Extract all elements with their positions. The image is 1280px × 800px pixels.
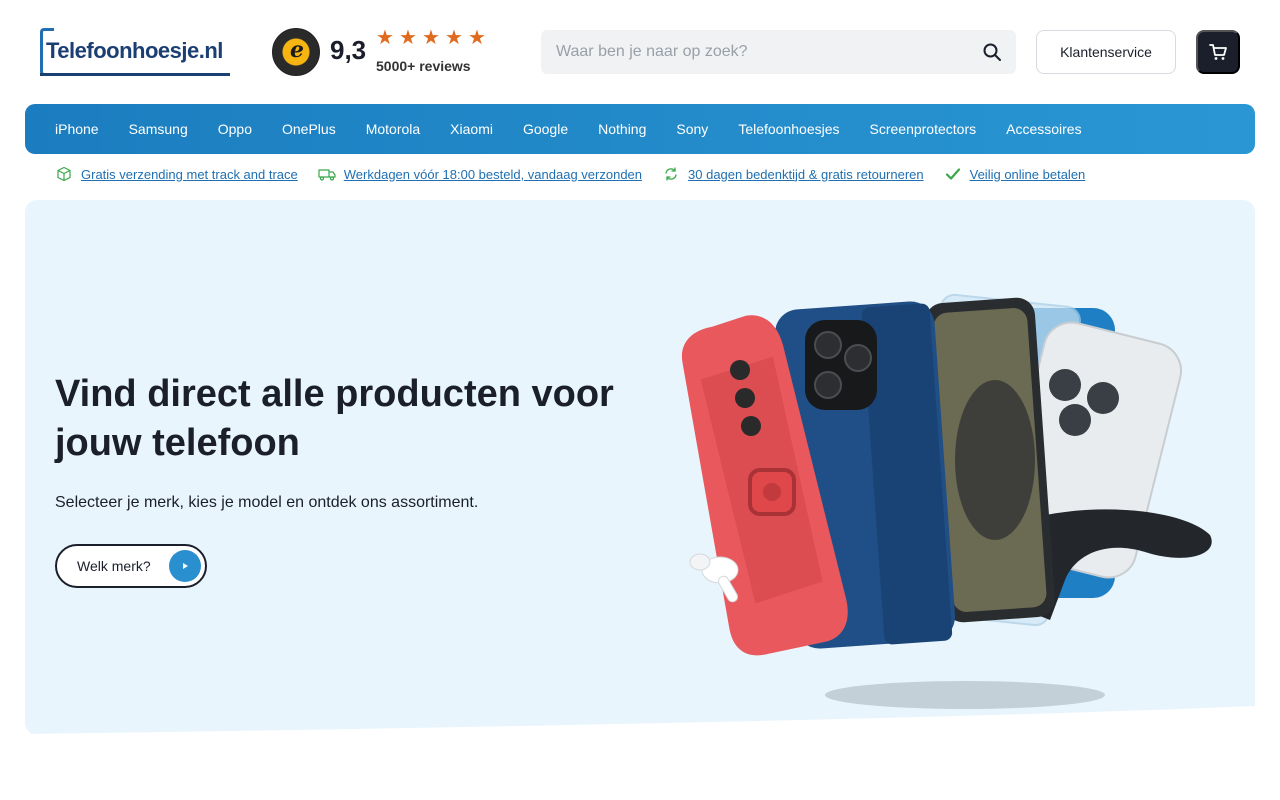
nav-item-screenprotectors[interactable]: Screenprotectors <box>870 121 977 137</box>
check-icon <box>944 166 962 182</box>
play-arrow-icon <box>169 550 201 582</box>
main-nav: iPhone Samsung Oppo OnePlus Motorola Xia… <box>25 104 1255 154</box>
star-icon: ★ <box>422 27 440 49</box>
star-icon: ★ <box>445 27 463 49</box>
search-icon[interactable] <box>982 42 1002 62</box>
phone-accessories-image <box>681 293 1212 709</box>
hero-title: Vind direct alle producten voor jouw tel… <box>55 373 614 464</box>
trust-badge-letter: e <box>290 37 304 63</box>
cart-icon <box>1209 44 1227 60</box>
usp-item: 30 dagen bedenktijd & gratis retourneren <box>662 166 924 182</box>
trusted-shops-badge-icon: e <box>272 28 320 76</box>
hero-bottom-curve <box>25 706 1255 735</box>
star-icon: ★ <box>468 27 486 49</box>
usp-item: Veilig online betalen <box>944 166 1086 182</box>
usp-link-same-day[interactable]: Werkdagen vóór 18:00 besteld, vandaag ve… <box>344 167 642 182</box>
cart-button[interactable] <box>1196 30 1240 74</box>
customer-service-button[interactable]: Klantenservice <box>1036 30 1176 74</box>
nav-item-iphone[interactable]: iPhone <box>55 121 99 137</box>
usp-link-shipping[interactable]: Gratis verzending met track and trace <box>81 167 298 182</box>
nav-item-oneplus[interactable]: OnePlus <box>282 121 336 137</box>
logo-text: Telefoonhoesje.nl <box>46 38 223 63</box>
usp-link-payment[interactable]: Veilig online betalen <box>970 167 1086 182</box>
nav-item-sony[interactable]: Sony <box>676 121 708 137</box>
nav-item-accessoires[interactable]: Accessoires <box>1006 121 1081 137</box>
star-icon: ★ <box>376 27 394 49</box>
package-icon <box>55 166 73 182</box>
choose-brand-button[interactable]: Welk merk? <box>55 544 207 588</box>
usp-item: Werkdagen vóór 18:00 besteld, vandaag ve… <box>318 166 642 182</box>
hero-subtitle: Selecteer je merk, kies je model en ontd… <box>55 494 479 511</box>
usp-bar: Gratis verzending met track and trace We… <box>55 164 1105 184</box>
header: Telefoonhoesje.nl e 9,3 ★ ★ ★ ★ ★ 5000+ … <box>0 0 1280 104</box>
nav-item-nothing[interactable]: Nothing <box>598 121 646 137</box>
star-icon: ★ <box>399 27 417 49</box>
nav-item-motorola[interactable]: Motorola <box>366 121 420 137</box>
site-logo[interactable]: Telefoonhoesje.nl <box>40 28 230 76</box>
rating-score: 9,3 <box>330 35 367 65</box>
hero-banner: Vind direct alle producten voor jouw tel… <box>25 200 1255 735</box>
recycle-icon <box>662 166 680 182</box>
logo-underline <box>40 73 230 76</box>
nav-item-xiaomi[interactable]: Xiaomi <box>450 121 493 137</box>
truck-icon <box>318 166 336 182</box>
usp-link-returns[interactable]: 30 dagen bedenktijd & gratis retourneren <box>688 167 924 182</box>
nav-item-google[interactable]: Google <box>523 121 568 137</box>
rating-stars: ★ ★ ★ ★ ★ <box>376 28 488 48</box>
nav-item-telefoonhoesjes[interactable]: Telefoonhoesjes <box>738 121 839 137</box>
choose-brand-label: Welk merk? <box>77 558 151 574</box>
usp-item: Gratis verzending met track and trace <box>55 166 298 182</box>
nav-item-samsung[interactable]: Samsung <box>129 121 188 137</box>
search-bar <box>541 30 1016 74</box>
search-input[interactable] <box>541 30 961 74</box>
nav-item-oppo[interactable]: Oppo <box>218 121 252 137</box>
reviews-count: 5000+ reviews <box>376 58 471 74</box>
